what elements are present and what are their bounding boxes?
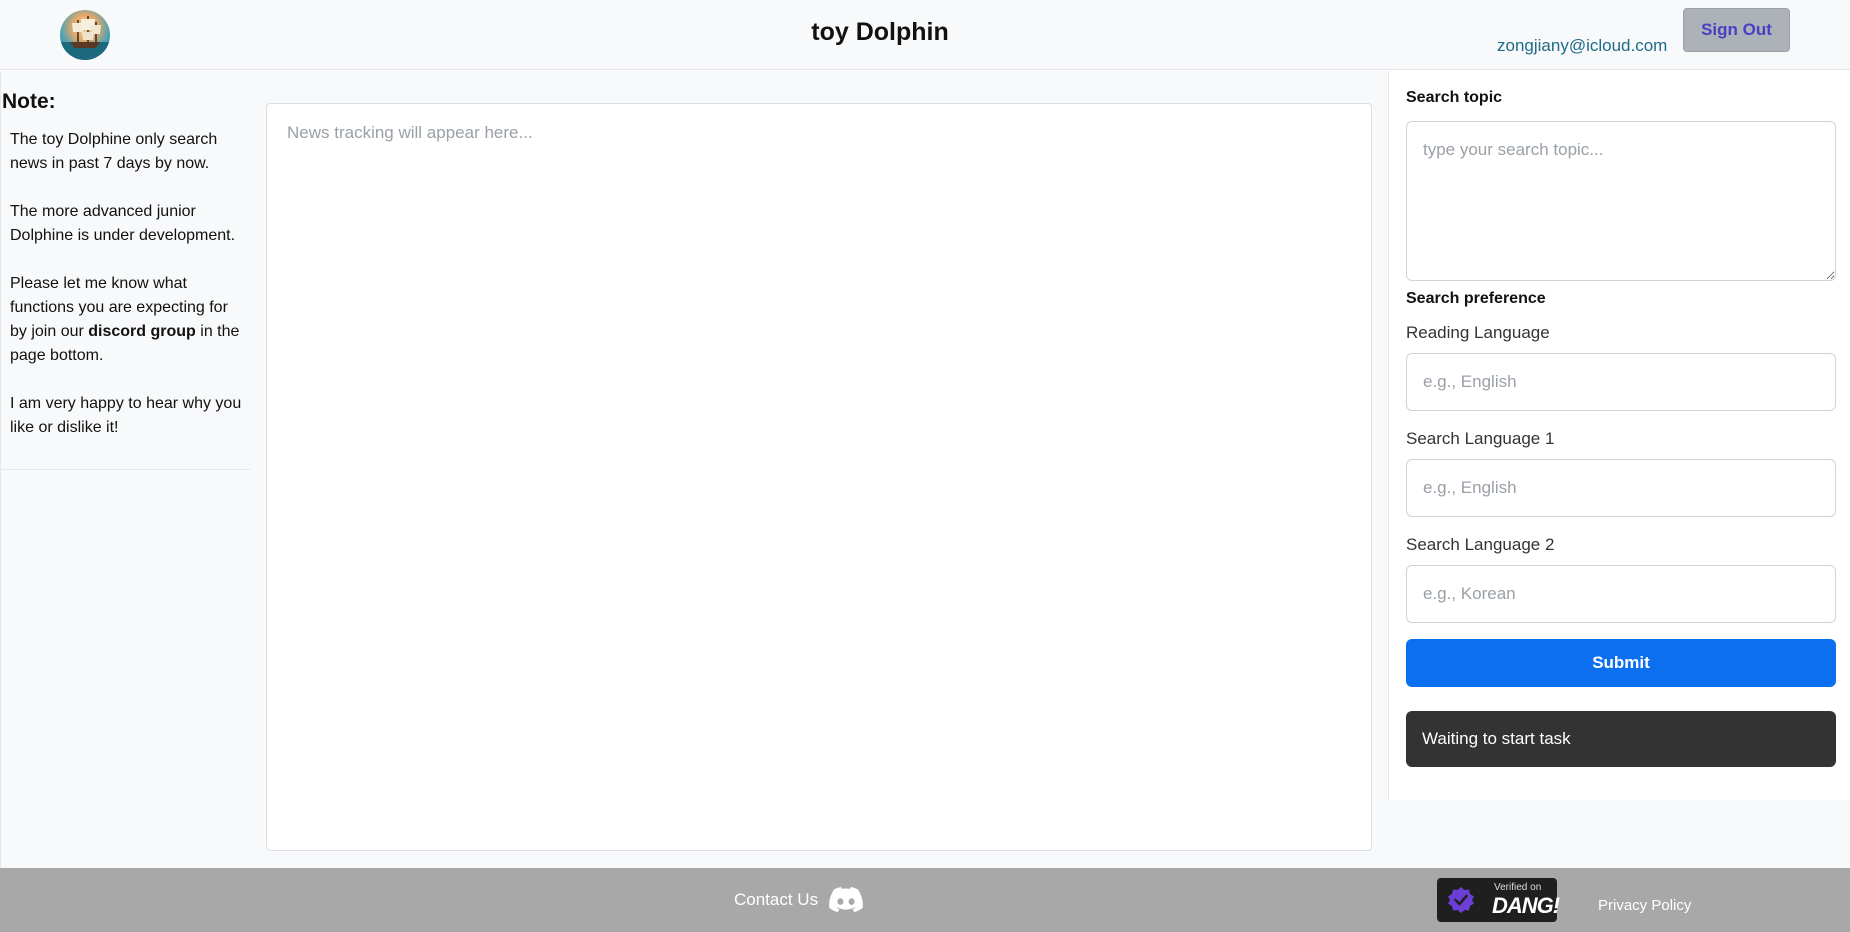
app-title: toy Dolphin bbox=[811, 18, 949, 46]
note-panel: Note: The toy Dolphine only search news … bbox=[1, 71, 250, 470]
note-paragraph: The toy Dolphine only search news in pas… bbox=[10, 131, 218, 172]
note-paragraph-discord: Please let me know what functions you ar… bbox=[1, 272, 250, 368]
note-paragraph: The more advanced junior Dolphine is und… bbox=[10, 203, 236, 244]
reading-language-label: Reading Language bbox=[1406, 323, 1550, 342]
search-language-1-label: Search Language 1 bbox=[1406, 429, 1555, 448]
sidebar: Note: The toy Dolphine only search news … bbox=[0, 71, 250, 868]
discord-group-text: discord group bbox=[88, 323, 196, 340]
privacy-policy-link[interactable]: Privacy Policy bbox=[1598, 897, 1691, 914]
reading-language-input[interactable] bbox=[1406, 353, 1836, 411]
search-language-2-label: Search Language 2 bbox=[1406, 535, 1555, 554]
search-language-2-input[interactable] bbox=[1406, 565, 1836, 623]
submit-button[interactable]: Submit bbox=[1406, 639, 1836, 687]
verified-check-icon bbox=[1448, 887, 1474, 913]
note-heading: Note: bbox=[2, 90, 56, 113]
search-topic-label: Search topic bbox=[1406, 89, 1503, 106]
badge-verified-text: Verified on bbox=[1494, 882, 1542, 893]
sign-out-button[interactable]: Sign Out bbox=[1683, 8, 1790, 52]
discord-icon[interactable] bbox=[829, 887, 863, 913]
badge-name-text: DANG! bbox=[1492, 893, 1560, 918]
user-email: zongjiany@icloud.com bbox=[1497, 36, 1668, 55]
dang-verified-badge[interactable]: Verified on DANG! bbox=[1437, 878, 1560, 922]
main-content: News tracking will appear here... bbox=[250, 71, 1388, 868]
news-output-area[interactable]: News tracking will appear here... bbox=[266, 103, 1372, 851]
app-header: toy Dolphin zongjiany@icloud.com Sign Ou… bbox=[0, 0, 1850, 70]
footer: Contact Us Verified on DANG! Privacy Pol… bbox=[0, 868, 1850, 932]
search-language-1-input[interactable] bbox=[1406, 459, 1836, 517]
right-panel: Search topic Search preference Reading L… bbox=[1388, 71, 1850, 868]
search-form: Search topic Search preference Reading L… bbox=[1388, 71, 1850, 800]
task-status-text: Waiting to start task bbox=[1422, 729, 1571, 748]
search-topic-input[interactable] bbox=[1406, 121, 1836, 281]
news-output-placeholder: News tracking will appear here... bbox=[287, 123, 533, 142]
task-status-box: Waiting to start task bbox=[1406, 711, 1836, 767]
search-preference-label: Search preference bbox=[1406, 290, 1546, 307]
note-paragraph: I am very happy to hear why you like or … bbox=[10, 395, 242, 436]
contact-us-link[interactable]: Contact Us bbox=[734, 890, 818, 910]
